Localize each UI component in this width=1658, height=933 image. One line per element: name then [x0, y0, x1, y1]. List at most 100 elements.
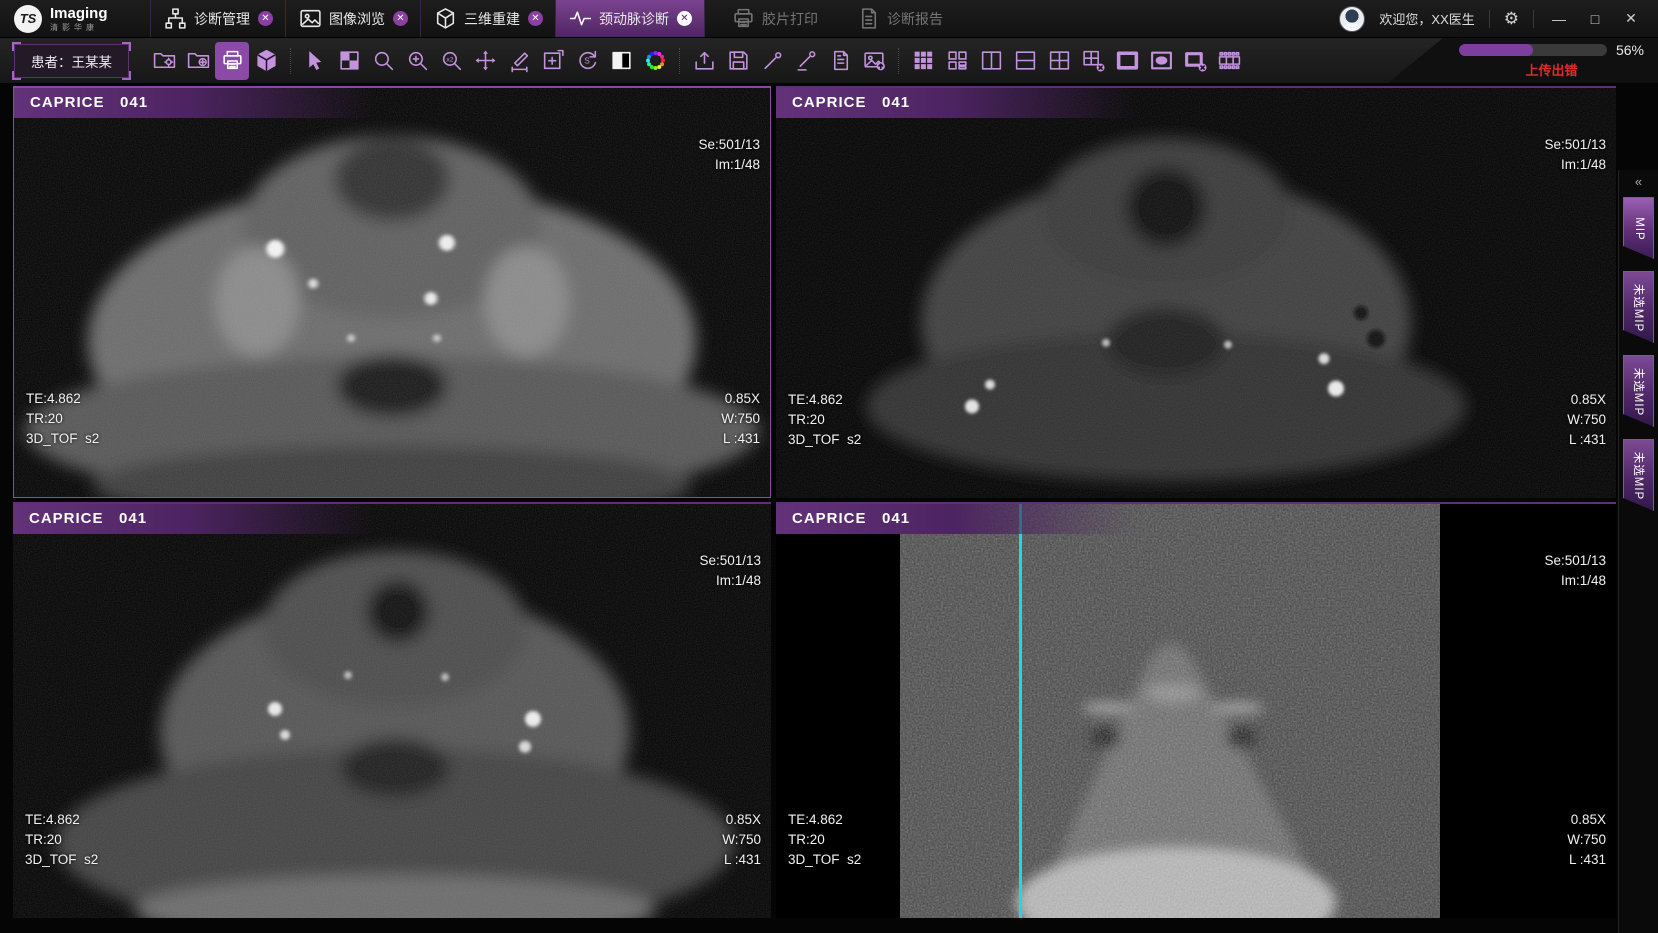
shutter-rect-button[interactable]: [1110, 42, 1144, 80]
close-tab-icon[interactable]: ✕: [528, 11, 543, 26]
viewport-panel-2[interactable]: CAPRICE 041 Se:501/13Im:1/48 TE:4.862TR:…: [776, 86, 1616, 498]
collapse-sidebar-icon[interactable]: «: [1619, 170, 1658, 197]
viewport-panel-1[interactable]: CAPRICE 041 Se:501/13Im:1/48 TE:4.862TR:…: [13, 86, 771, 498]
localizer-line: [1019, 504, 1022, 918]
panel-header: CAPRICE 041: [13, 504, 453, 534]
rect-x-icon: [1183, 48, 1208, 73]
tab-label: 诊断管理: [194, 9, 250, 29]
invert-bw-icon: [609, 48, 634, 73]
grid-3x3-button[interactable]: [906, 42, 940, 80]
user-greeting: 欢迎您，XX医生: [1379, 9, 1474, 28]
tab-cube-3d[interactable]: 三维重建✕: [420, 0, 555, 37]
tab-printer: 胶片打印: [719, 0, 830, 37]
upload-progress-fill: [1459, 44, 1533, 56]
filmstrip-button[interactable]: [1212, 42, 1246, 80]
layout-mixed-button[interactable]: [940, 42, 974, 80]
sidebar-tab-mip-3[interactable]: 未选MIP: [1623, 439, 1654, 511]
viewport-panel-4[interactable]: CAPRICE 041 Se:501/13Im:1/48 TE:4.862TR:…: [776, 502, 1616, 918]
tab-diagnosis[interactable]: 诊断管理 ✕: [150, 0, 285, 37]
filmstrip-icon: [1217, 48, 1242, 73]
waveform-icon: [568, 6, 593, 31]
zoom-in-icon: [405, 48, 430, 73]
panel-header: CAPRICE 041: [14, 88, 454, 118]
image-up-icon: [862, 48, 887, 73]
sidebar-tab-label: 未选MIP: [1631, 283, 1647, 331]
measure-icon: [507, 48, 532, 73]
sidebar-tab-label: 未选MIP: [1631, 451, 1647, 499]
top-bar: TS Imaging 清影华康 诊断管理✕图像浏览✕三维重建✕颈动脉诊断✕胶片打…: [0, 0, 1658, 38]
toolbar-separator: [898, 48, 899, 74]
close-button[interactable]: ✕: [1620, 10, 1642, 27]
mri-image: [776, 504, 1616, 918]
invert-bw-button[interactable]: [604, 42, 638, 80]
divider: [1489, 10, 1490, 28]
probe-button[interactable]: [755, 42, 789, 80]
open-study-button[interactable]: [147, 42, 181, 80]
diagnosis-icon: [163, 6, 188, 31]
sidebar-tab-mip-active[interactable]: MIP: [1623, 197, 1654, 259]
probe-alt-button[interactable]: [789, 42, 823, 80]
rotate-button[interactable]: S: [570, 42, 604, 80]
close-tab-icon[interactable]: ✕: [677, 11, 692, 26]
close-tab-icon[interactable]: ✕: [393, 11, 408, 26]
zoom-2x-button[interactable]: x2: [434, 42, 468, 80]
panel-header: CAPRICE 041: [776, 504, 1216, 534]
color-wheel-icon: [643, 48, 668, 73]
zoom-in-button[interactable]: [400, 42, 434, 80]
upload-status: 56% 上传出错: [1459, 38, 1644, 83]
tab-bar: 诊断管理✕图像浏览✕三维重建✕颈动脉诊断✕胶片打印诊断报告: [150, 0, 955, 37]
new-study-button[interactable]: [181, 42, 215, 80]
save-button[interactable]: [721, 42, 755, 80]
rotate-icon: S: [575, 48, 600, 73]
add-roi-button[interactable]: [536, 42, 570, 80]
settings-gear-icon[interactable]: ⚙: [1504, 9, 1519, 29]
patient-label[interactable]: 患者：王某某: [14, 44, 129, 78]
pointer-button[interactable]: [298, 42, 332, 80]
pseudo-color-button[interactable]: [638, 42, 672, 80]
volume-3d-button[interactable]: [249, 42, 283, 80]
topbar-right: 欢迎您，XX医生 ⚙ — □ ✕: [1339, 6, 1658, 32]
window-level-info: 0.85XW:750L :431: [1567, 770, 1606, 910]
split-cols-icon: [979, 48, 1004, 73]
new-report-button[interactable]: [823, 42, 857, 80]
maximize-button[interactable]: □: [1584, 11, 1606, 27]
tab-waveform[interactable]: 颈动脉诊断 ✕: [555, 0, 705, 37]
tab-image-browse[interactable]: 图像浏览✕: [285, 0, 420, 37]
folder-plus-icon: [186, 48, 211, 73]
magnifier-button[interactable]: [366, 42, 400, 80]
clear-grid-button[interactable]: [1076, 42, 1110, 80]
close-tab-icon[interactable]: ✕: [258, 11, 273, 26]
grid-3x3-icon: [911, 48, 936, 73]
split-columns-button[interactable]: [974, 42, 1008, 80]
acquisition-info: TE:4.862TR:203D_TOF s2: [788, 350, 861, 490]
mri-image: [776, 88, 1616, 498]
brand-name: Imaging: [50, 6, 108, 21]
upload-button[interactable]: [687, 42, 721, 80]
magnifier-icon: [371, 48, 396, 73]
mri-image: [14, 88, 770, 497]
pan-button[interactable]: [468, 42, 502, 80]
minimize-button[interactable]: —: [1548, 11, 1570, 27]
tab-label: 颈动脉诊断: [599, 9, 669, 29]
sidebar-tab-mip-2[interactable]: 未选MIP: [1623, 355, 1654, 427]
pointer-icon: [303, 48, 328, 73]
layout-mixed-icon: [945, 48, 970, 73]
image-viewport: CAPRICE 041 Se:501/13Im:1/48 TE:4.862TR:…: [0, 84, 1658, 933]
user-avatar[interactable]: [1339, 6, 1365, 32]
save-icon: [726, 48, 751, 73]
split-rows-button[interactable]: [1008, 42, 1042, 80]
logo-monogram: TS: [14, 5, 42, 33]
measure-button[interactable]: [502, 42, 536, 80]
mri-image: [13, 504, 771, 918]
panel-title: CAPRICE 041: [776, 504, 1216, 527]
svg-text:x2: x2: [446, 57, 453, 64]
clear-shutter-button[interactable]: [1178, 42, 1212, 80]
toolbar-buttons: x2 S: [147, 38, 1246, 83]
tile-view-button[interactable]: [332, 42, 366, 80]
print-button[interactable]: [215, 42, 249, 80]
grid-2x2-button[interactable]: [1042, 42, 1076, 80]
viewport-panel-3[interactable]: CAPRICE 041 Se:501/13Im:1/48 TE:4.862TR:…: [13, 502, 771, 918]
export-image-button[interactable]: [857, 42, 891, 80]
sidebar-tab-mip-1[interactable]: 未选MIP: [1623, 271, 1654, 343]
shutter-ellipse-button[interactable]: [1144, 42, 1178, 80]
